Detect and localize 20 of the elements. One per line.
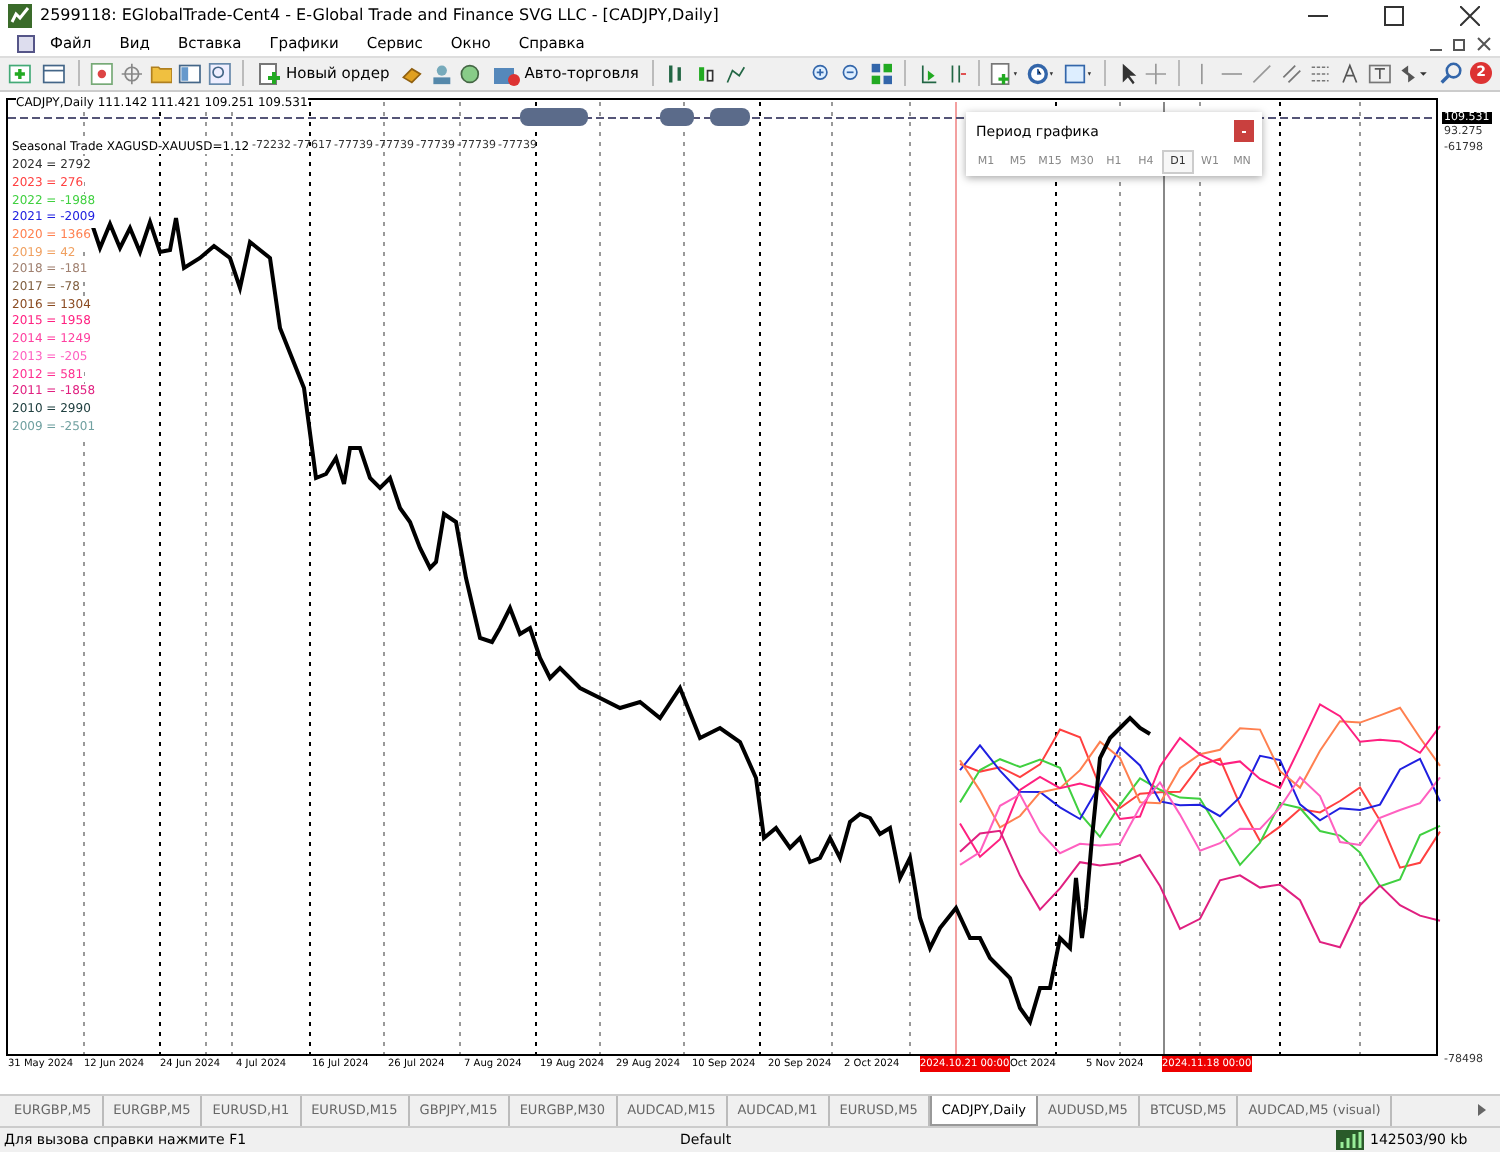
channel-icon[interactable]: [1279, 59, 1303, 88]
text-icon[interactable]: [1338, 59, 1363, 88]
crosshair-icon[interactable]: [119, 59, 144, 88]
add-document-icon: [257, 61, 282, 86]
tile-windows-icon[interactable]: [869, 59, 894, 88]
mdi-close-icon[interactable]: [1476, 35, 1492, 52]
trade-marker: [520, 108, 588, 127]
maximize-icon[interactable]: [1384, 5, 1404, 26]
connection-bars-icon: [1336, 1129, 1364, 1150]
window-icon[interactable]: [41, 59, 69, 88]
document-icon[interactable]: [16, 33, 36, 54]
clock-icon[interactable]: [1026, 59, 1058, 88]
add-chart-icon[interactable]: [8, 59, 36, 88]
search-icon[interactable]: [1440, 59, 1465, 88]
trade-marker: [660, 108, 694, 127]
window-title: 2599118: EGlobalTrade-Cent4 - E-Global Trade and Finance SVG LLC - [CADJPY,Daily]: [40, 6, 721, 25]
mdi-restore-icon[interactable]: [1452, 35, 1468, 52]
trade-marker: [710, 108, 750, 127]
scroll-right-icon[interactable]: [1476, 1102, 1488, 1119]
text-label-icon[interactable]: [1368, 59, 1393, 88]
